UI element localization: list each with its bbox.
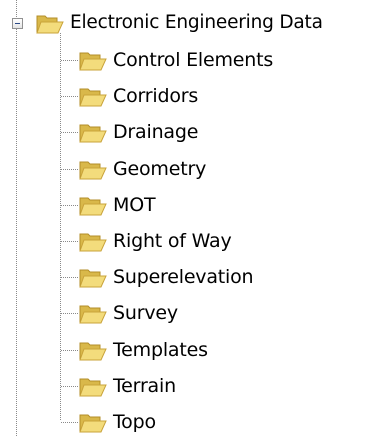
tree-node-topo[interactable]: Topo bbox=[79, 408, 156, 436]
open-folder-icon bbox=[36, 15, 64, 34]
tree-branch-connector bbox=[61, 96, 78, 98]
tree-node-label: MOT bbox=[113, 193, 156, 216]
tree-node-corridors[interactable]: Corridors bbox=[79, 82, 198, 110]
tree-node-label: Electronic Engineering Data bbox=[70, 12, 323, 33]
open-folder-icon bbox=[79, 378, 107, 397]
tree-branch-connector bbox=[61, 204, 78, 206]
tree-node-survey[interactable]: Survey bbox=[79, 299, 178, 327]
tree-branch-connector bbox=[61, 277, 78, 279]
tree-branch-connector bbox=[61, 422, 78, 423]
tree-branch-connector bbox=[61, 385, 78, 387]
tree-node-label: Templates bbox=[113, 338, 208, 361]
open-folder-icon bbox=[79, 305, 107, 324]
tree-branch-connector bbox=[61, 168, 78, 170]
tree-branch-connector bbox=[61, 60, 78, 61]
open-folder-icon bbox=[79, 197, 107, 216]
tree-node-superelevation[interactable]: Superelevation bbox=[79, 263, 254, 291]
tree-branch-connector bbox=[61, 132, 78, 134]
collapse-toggle[interactable] bbox=[12, 18, 23, 29]
folder-tree: Electronic Engineering Data Control Elem… bbox=[0, 0, 373, 436]
tree-node-label: Control Elements bbox=[113, 49, 274, 71]
tree-node-label: Right of Way bbox=[113, 230, 232, 252]
tree-guide-line bbox=[16, 0, 17, 17]
open-folder-icon bbox=[79, 52, 107, 71]
tree-node-geometry[interactable]: Geometry bbox=[79, 155, 206, 183]
tree-branch-line bbox=[60, 33, 61, 420]
tree-node-control-elements[interactable]: Control Elements bbox=[79, 46, 273, 74]
tree-branch-connector bbox=[61, 349, 78, 351]
open-folder-icon bbox=[79, 161, 107, 180]
tree-branch-connector bbox=[61, 313, 78, 315]
tree-branch-connector bbox=[61, 241, 78, 242]
open-folder-icon bbox=[79, 124, 107, 143]
open-folder-icon bbox=[79, 342, 107, 361]
tree-node-drainage[interactable]: Drainage bbox=[79, 118, 198, 146]
tree-node-label: Survey bbox=[113, 302, 178, 325]
tree-node-right-of-way[interactable]: Right of Way bbox=[79, 227, 232, 255]
open-folder-icon bbox=[79, 233, 107, 252]
open-folder-icon bbox=[79, 269, 107, 288]
open-folder-icon bbox=[79, 88, 107, 107]
tree-node-label: Topo bbox=[113, 411, 156, 433]
tree-node-root[interactable]: Electronic Engineering Data bbox=[36, 9, 323, 37]
tree-node-label: Drainage bbox=[113, 121, 199, 144]
tree-node-label: Corridors bbox=[113, 85, 199, 108]
tree-node-terrain[interactable]: Terrain bbox=[79, 372, 176, 400]
tree-node-label: Superelevation bbox=[113, 266, 254, 289]
tree-guide-line bbox=[16, 29, 17, 436]
tree-node-label: Geometry bbox=[113, 157, 207, 180]
tree-node-templates[interactable]: Templates bbox=[79, 336, 208, 364]
tree-node-label: Terrain bbox=[113, 374, 176, 397]
tree-node-mot[interactable]: MOT bbox=[79, 191, 156, 219]
open-folder-icon bbox=[79, 414, 107, 433]
